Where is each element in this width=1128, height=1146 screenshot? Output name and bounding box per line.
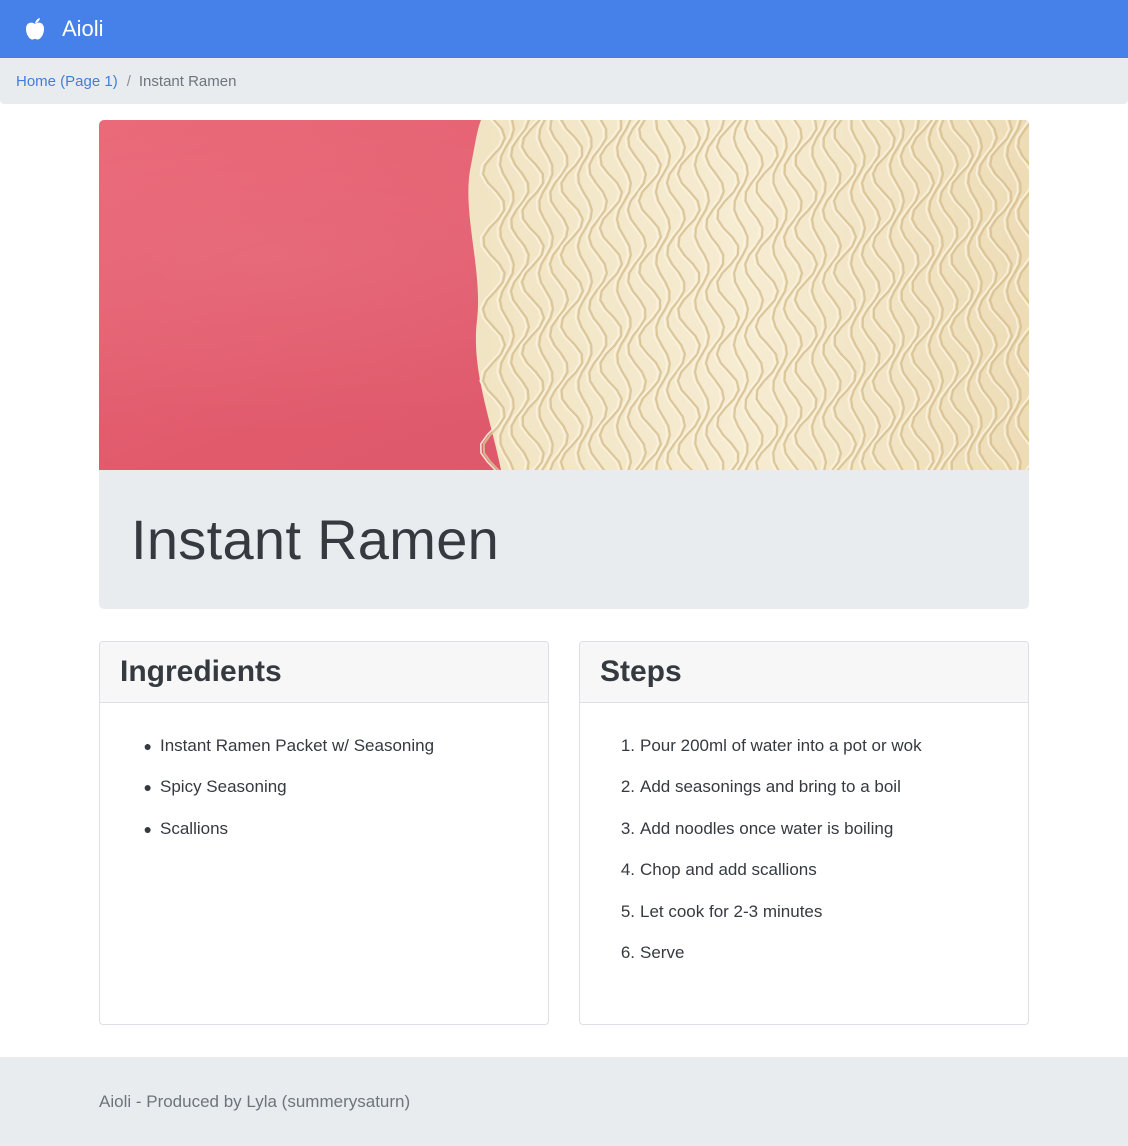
- ingredient-item: ● Spicy Seasoning: [100, 767, 548, 809]
- apple-icon[interactable]: [22, 16, 48, 42]
- step-text: Serve: [640, 943, 685, 963]
- step-item: 3. Add noodles once water is boiling: [580, 808, 1028, 850]
- noodles-illustration: [468, 120, 1029, 470]
- step-text: Pour 200ml of water into a pot or wok: [640, 735, 922, 755]
- step-number: 3.: [620, 818, 635, 838]
- navbar: Aioli: [0, 0, 1128, 58]
- ingredient-item: ● Scallions: [100, 808, 548, 850]
- bullet-icon: ●: [143, 820, 152, 837]
- breadcrumb-home-link[interactable]: Home (Page 1): [16, 73, 118, 90]
- step-text: Add noodles once water is boiling: [640, 818, 894, 838]
- steps-title: Steps: [600, 655, 682, 688]
- bullet-icon: ●: [143, 779, 152, 796]
- recipe-hero-image: [99, 120, 1029, 470]
- breadcrumb-current: Instant Ramen: [138, 72, 237, 90]
- step-item: 4. Chop and add scallions: [580, 850, 1028, 892]
- ingredients-card: Ingredients ● Instant Ramen Packet w/ Se…: [99, 641, 549, 1025]
- step-number: 4.: [620, 860, 635, 880]
- step-text: Add seasonings and bring to a boil: [640, 777, 901, 797]
- brand-name[interactable]: Aioli: [62, 16, 104, 42]
- ingredient-text: Scallions: [160, 818, 229, 838]
- breadcrumb: Home (Page 1) / Instant Ramen: [0, 58, 1128, 104]
- steps-card-header: Steps: [580, 642, 1028, 703]
- step-number: 2.: [620, 777, 635, 797]
- ingredient-item: ● Instant Ramen Packet w/ Seasoning: [100, 725, 548, 767]
- step-text: Chop and add scallions: [640, 860, 817, 880]
- footer-text: Aioli - Produced by Lyla (summerysaturn): [99, 1091, 411, 1111]
- ingredient-text: Spicy Seasoning: [160, 777, 287, 797]
- step-item: 1. Pour 200ml of water into a pot or wok: [580, 725, 1028, 767]
- step-text: Let cook for 2-3 minutes: [640, 901, 823, 921]
- ingredients-card-header: Ingredients: [100, 642, 548, 703]
- step-number: 5.: [620, 901, 635, 921]
- step-item: 6. Serve: [580, 933, 1028, 975]
- step-number: 6.: [620, 943, 635, 963]
- steps-card: Steps 1. Pour 200ml of water into a pot …: [579, 641, 1029, 1025]
- recipe-container: Instant Ramen Ingredients ● Instant Rame…: [99, 120, 1029, 1025]
- ingredients-list: ● Instant Ramen Packet w/ Seasoning ● Sp…: [100, 703, 548, 850]
- ingredient-text: Instant Ramen Packet w/ Seasoning: [160, 735, 435, 755]
- recipe-cards: Ingredients ● Instant Ramen Packet w/ Se…: [99, 641, 1029, 1025]
- footer: Aioli - Produced by Lyla (summerysaturn): [0, 1057, 1128, 1146]
- ingredients-title: Ingredients: [120, 655, 282, 688]
- step-number: 1.: [620, 735, 635, 755]
- recipe-title-panel: Instant Ramen: [99, 470, 1029, 609]
- bullet-icon: ●: [143, 737, 152, 754]
- breadcrumb-separator: /: [126, 72, 131, 90]
- step-item: 5. Let cook for 2-3 minutes: [580, 891, 1028, 933]
- step-item: 2. Add seasonings and bring to a boil: [580, 767, 1028, 809]
- recipe-title: Instant Ramen: [131, 508, 500, 571]
- steps-list: 1. Pour 200ml of water into a pot or wok…: [580, 703, 1028, 974]
